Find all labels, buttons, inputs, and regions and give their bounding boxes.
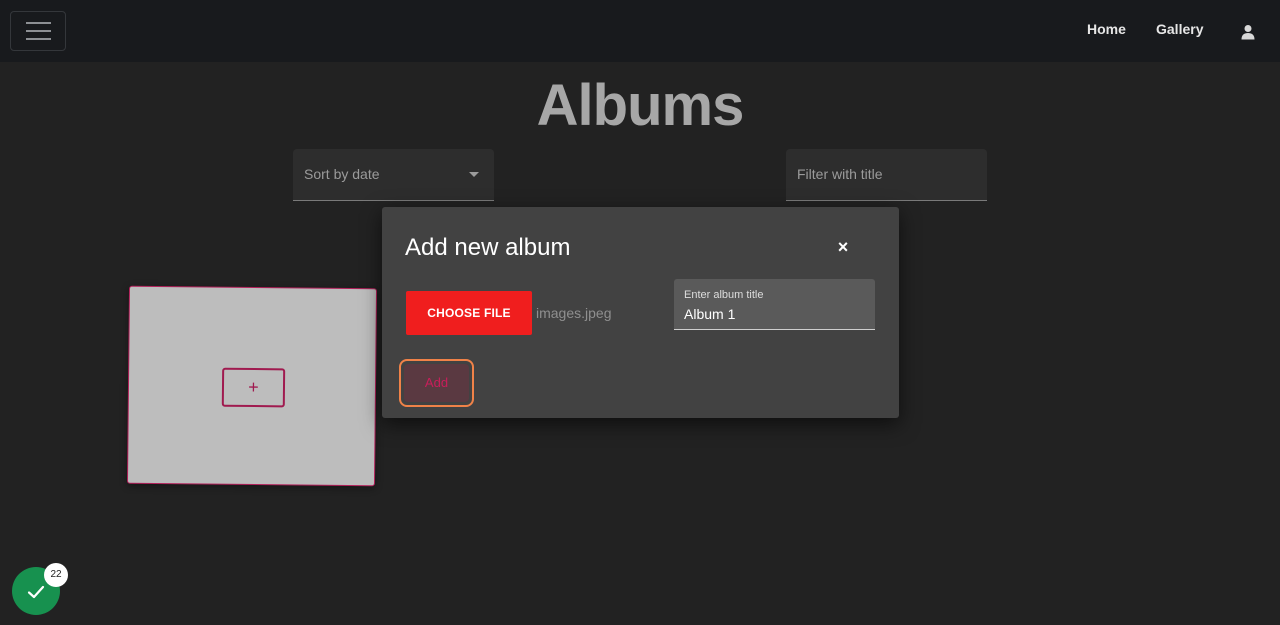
top-navbar: Home Gallery xyxy=(0,0,1280,62)
notification-count-badge: 22 xyxy=(44,563,68,587)
dialog-title: Add new album xyxy=(405,234,571,261)
hamburger-icon-bar xyxy=(26,30,51,32)
sort-select-value: Sort by date xyxy=(304,166,380,182)
hamburger-icon-bar xyxy=(26,38,51,40)
album-title-field[interactable]: Enter album title xyxy=(674,279,875,330)
album-title-label: Enter album title xyxy=(684,289,764,301)
nav-link-gallery[interactable]: Gallery xyxy=(1156,21,1203,37)
close-icon[interactable]: × xyxy=(835,238,851,256)
selected-file-name: images.jpeg xyxy=(536,305,612,321)
add-album-button[interactable]: + xyxy=(221,367,286,408)
choose-file-button[interactable]: CHOOSE FILE xyxy=(406,291,532,335)
add-album-dialog: Add new album × CHOOSE FILE images.jpeg … xyxy=(382,207,899,418)
nav-link-home[interactable]: Home xyxy=(1087,21,1126,37)
filter-title-placeholder: Filter with title xyxy=(797,166,883,182)
chevron-down-icon xyxy=(469,172,479,177)
filter-title-input[interactable]: Filter with title xyxy=(786,149,987,201)
album-title-input[interactable] xyxy=(684,305,864,323)
menu-toggle-button[interactable] xyxy=(10,11,66,51)
check-icon xyxy=(27,585,45,599)
add-submit-button[interactable]: Add xyxy=(399,359,474,407)
add-submit-label: Add xyxy=(404,364,469,402)
hamburger-icon xyxy=(26,22,51,24)
user-icon[interactable] xyxy=(1240,24,1256,40)
add-album-card: + xyxy=(126,285,378,487)
sort-select[interactable]: Sort by date xyxy=(293,149,494,201)
page-title: Albums xyxy=(536,73,745,138)
